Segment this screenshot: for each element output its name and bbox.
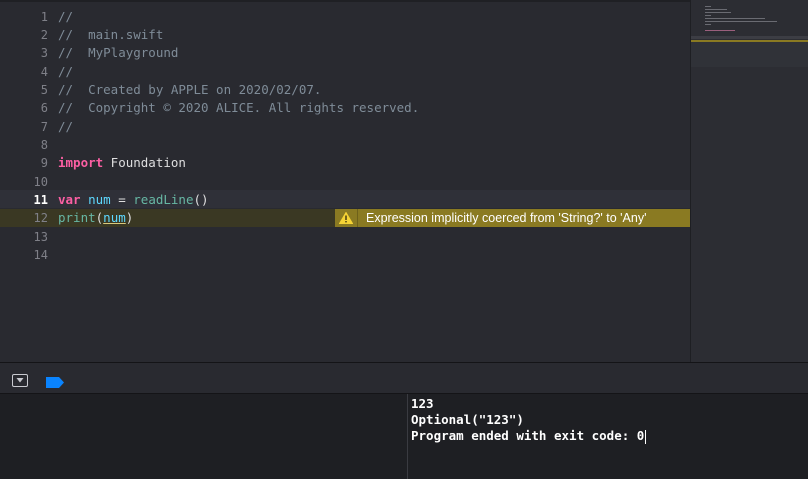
minimap-line bbox=[705, 21, 777, 22]
line-number: 4 bbox=[40, 65, 48, 79]
line-number: 1 bbox=[40, 10, 48, 24]
comment-line: // main.swift bbox=[58, 27, 164, 42]
line-number-current: 11 bbox=[33, 193, 48, 207]
line-number: 2 bbox=[40, 28, 48, 42]
line-number: 8 bbox=[40, 138, 48, 152]
line-number: 6 bbox=[40, 101, 48, 115]
code-line-import: import Foundation bbox=[58, 155, 186, 170]
console-output[interactable]: 123 Optional("123") Program ended with e… bbox=[408, 394, 808, 479]
line-number: 10 bbox=[33, 175, 48, 189]
assign-operator: = bbox=[110, 192, 134, 207]
comment-line: // Created by APPLE on 2020/02/07. bbox=[58, 82, 322, 97]
minimap-line bbox=[705, 24, 711, 25]
line-number: 9 bbox=[40, 156, 48, 170]
minimap-line bbox=[705, 15, 711, 16]
call-parens: () bbox=[193, 192, 209, 207]
module-name: Foundation bbox=[103, 155, 186, 170]
code-line-var: var num = readLine() bbox=[58, 192, 209, 207]
comment-line: // bbox=[58, 9, 74, 24]
line-number: 5 bbox=[40, 83, 48, 97]
var-keyword: var bbox=[58, 192, 81, 207]
source-editor[interactable]: 1 2 3 4 5 6 7 8 9 10 11 12 13 14 // // m… bbox=[0, 0, 690, 364]
variables-view[interactable] bbox=[0, 394, 408, 479]
minimap-line bbox=[705, 9, 727, 10]
comment-line: // bbox=[58, 64, 74, 79]
inline-warning[interactable]: Expression implicitly coerced from 'Stri… bbox=[335, 209, 690, 227]
code-line-print: print(num) bbox=[58, 210, 133, 225]
function-call: print bbox=[58, 210, 96, 225]
console-line-text: Program ended with exit code: 0 bbox=[411, 428, 645, 443]
minimap-line bbox=[705, 30, 735, 31]
warning-message: Expression implicitly coerced from 'Stri… bbox=[366, 211, 647, 225]
minimap-line bbox=[705, 12, 731, 13]
breakpoint-toggle-icon[interactable] bbox=[46, 373, 64, 392]
console-line: 123 bbox=[411, 396, 434, 411]
line-number: 14 bbox=[33, 248, 48, 262]
close-paren: ) bbox=[125, 210, 134, 225]
import-keyword: import bbox=[58, 155, 104, 170]
comment-line: // bbox=[58, 119, 74, 134]
function-call: readLine bbox=[133, 192, 194, 207]
minimap-line bbox=[705, 18, 765, 19]
minimap-line bbox=[705, 6, 711, 7]
comment-line: // MyPlayground bbox=[58, 45, 179, 60]
line-number: 3 bbox=[40, 46, 48, 60]
minimap-current-line bbox=[691, 36, 808, 39]
line-number: 13 bbox=[33, 230, 48, 244]
console-line: Optional("123") bbox=[411, 412, 524, 427]
text-cursor bbox=[645, 429, 647, 444]
warning-triangle-icon[interactable] bbox=[335, 209, 358, 227]
console-line: Program ended with exit code: 0 bbox=[411, 428, 647, 444]
comment-line: // Copyright © 2020 ALICE. All rights re… bbox=[58, 100, 420, 115]
variable-name: num bbox=[88, 192, 111, 207]
line-number: 12 bbox=[33, 211, 48, 225]
line-number: 7 bbox=[40, 120, 48, 134]
hide-debug-area-icon[interactable] bbox=[12, 372, 28, 391]
argument-name: num bbox=[103, 210, 126, 225]
debug-bar bbox=[0, 363, 808, 394]
minimap-viewport bbox=[691, 42, 808, 67]
minimap[interactable] bbox=[690, 0, 808, 362]
